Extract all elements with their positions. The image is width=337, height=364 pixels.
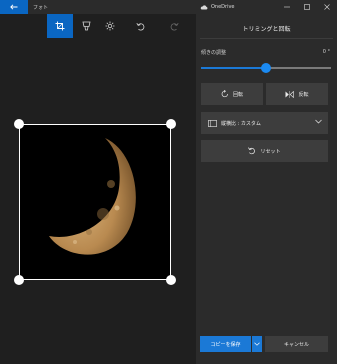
maximize-icon [304, 4, 310, 10]
crop-icon [55, 21, 65, 31]
close-icon [324, 4, 330, 10]
minimize-button[interactable] [277, 0, 297, 14]
crop-tool-button[interactable] [47, 14, 73, 38]
tilt-slider-fill [201, 67, 266, 69]
crop-rotate-panel: トリミングと回転 傾きの調整 0 ° 回転 反転 縦横比 : カスタム リセット… [196, 14, 337, 364]
app-title: フォト [33, 4, 49, 11]
aspect-ratio-dropdown[interactable]: 縦横比 : カスタム [201, 112, 328, 134]
filters-tool-button[interactable] [73, 14, 99, 38]
cancel-label: キャンセル [283, 341, 309, 348]
undo-icon [135, 22, 144, 31]
cancel-button[interactable]: キャンセル [265, 336, 328, 352]
crop-frame[interactable] [19, 124, 171, 280]
panel-divider [200, 38, 333, 39]
rotate-icon [221, 90, 228, 98]
save-options-dropdown[interactable] [252, 336, 262, 352]
cloud-icon [200, 4, 208, 9]
redo-button[interactable] [161, 14, 187, 38]
rotate-label: 回転 [232, 91, 243, 98]
tilt-slider[interactable] [201, 63, 331, 73]
crop-handle-bottom-right[interactable] [166, 275, 176, 285]
back-button[interactable] [0, 0, 28, 14]
flip-icon [285, 90, 295, 98]
reset-label: リセット [260, 148, 281, 155]
chevron-down-icon [315, 119, 322, 124]
chevron-down-icon [254, 342, 260, 346]
title-bar: フォト OneDrive [0, 0, 337, 14]
undo-button[interactable] [127, 14, 153, 38]
crop-handle-top-left[interactable] [14, 119, 24, 129]
aspect-ratio-label: 縦横比 : カスタム [221, 120, 261, 127]
reset-button[interactable]: リセット [201, 140, 328, 162]
onedrive-label: OneDrive [211, 4, 235, 10]
aspect-ratio-icon [208, 119, 217, 127]
back-arrow-icon [10, 4, 18, 10]
rotate-button[interactable]: 回転 [201, 83, 263, 105]
flip-label: 反転 [298, 91, 309, 98]
adjust-tool-button[interactable] [97, 14, 123, 38]
crop-handle-top-right[interactable] [166, 119, 176, 129]
maximize-button[interactable] [297, 0, 317, 14]
filter-icon [82, 21, 90, 31]
minimize-icon [284, 6, 290, 8]
tilt-value: 0 ° [322, 49, 330, 55]
close-button[interactable] [317, 0, 337, 14]
edit-toolbar [0, 14, 196, 38]
window-controls [277, 0, 337, 14]
panel-title: トリミングと回転 [242, 26, 291, 33]
reset-icon [248, 147, 256, 155]
save-copy-button[interactable]: コピーを保存 [200, 336, 251, 352]
flip-button[interactable]: 反転 [266, 83, 328, 105]
crop-handle-bottom-left[interactable] [14, 275, 24, 285]
tilt-label: 傾きの調整 [201, 50, 227, 56]
brightness-icon [105, 21, 115, 31]
save-copy-label: コピーを保存 [210, 341, 241, 348]
onedrive-status[interactable]: OneDrive [200, 0, 235, 14]
tilt-slider-thumb[interactable] [261, 63, 271, 73]
redo-icon [170, 22, 179, 31]
